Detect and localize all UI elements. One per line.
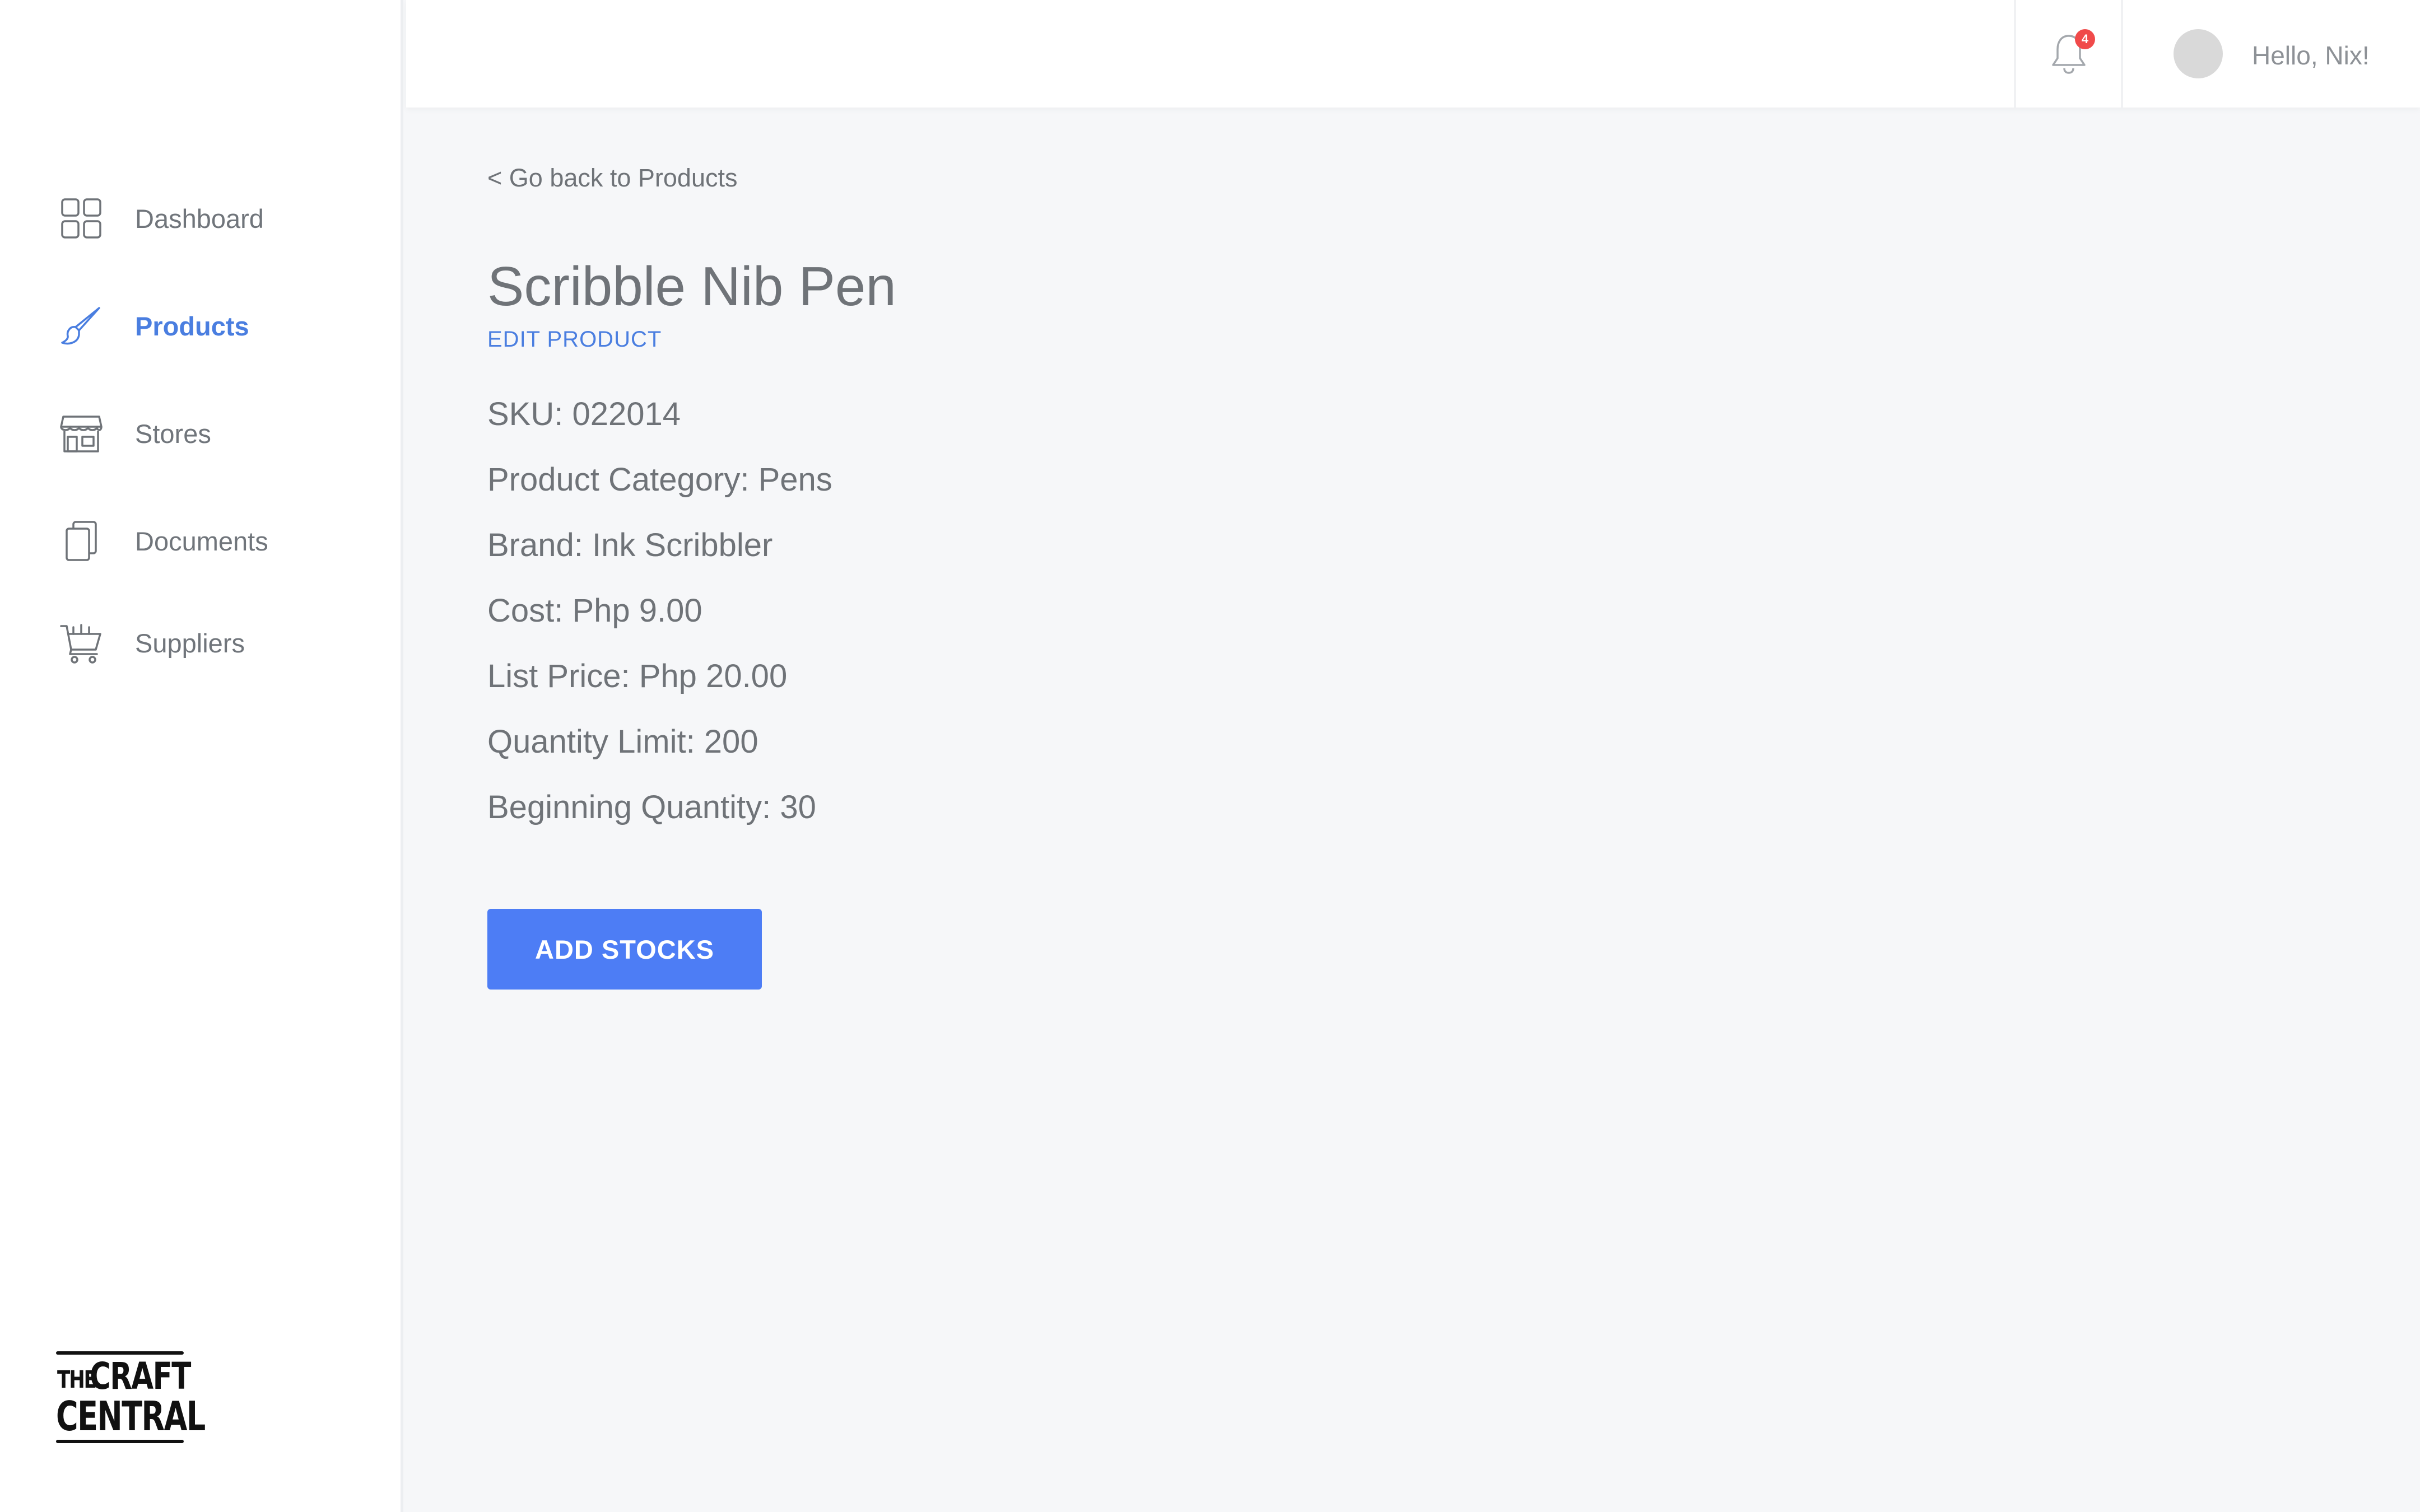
user-greeting[interactable]: Hello, Nix! — [2252, 40, 2370, 71]
dashboard-grid-icon — [59, 196, 104, 241]
craft-central-logo: THE CRAFT CENTRAL — [56, 1347, 206, 1445]
sidebar-item-dashboard[interactable]: Dashboard — [59, 193, 264, 244]
detail-quantity-limit: Quantity Limit: 200 — [487, 724, 758, 760]
sidebar-item-label: Dashboard — [135, 203, 264, 234]
detail-brand: Brand: Ink Scribbler — [487, 527, 773, 563]
back-to-products-link[interactable]: < Go back to Products — [487, 164, 737, 193]
sidebar-item-suppliers[interactable]: Suppliers — [59, 618, 245, 668]
detail-cost: Cost: Php 9.00 — [487, 592, 702, 629]
notifications-button[interactable]: 4 — [2014, 0, 2123, 108]
detail-list-price: List Price: Php 20.00 — [487, 658, 788, 694]
sidebar-item-documents[interactable]: Documents — [59, 516, 268, 566]
avatar[interactable] — [2174, 29, 2223, 78]
detail-beginning-quantity: Beginning Quantity: 30 — [487, 789, 816, 825]
detail-sku: SKU: 022014 — [487, 396, 681, 432]
detail-category: Product Category: Pens — [487, 461, 832, 498]
sidebar-item-label: Documents — [135, 526, 268, 556]
edit-product-link[interactable]: EDIT PRODUCT — [487, 327, 662, 352]
cart-icon — [59, 620, 104, 665]
page-title: Scribble Nib Pen — [487, 255, 896, 317]
sidebar-item-label: Suppliers — [135, 628, 245, 658]
brush-icon — [59, 304, 104, 348]
notification-badge: 4 — [2075, 29, 2095, 49]
sidebar-item-label: Products — [135, 311, 249, 341]
sidebar: Dashboard Products Stores Documents Supp… — [0, 0, 403, 1512]
sidebar-item-products[interactable]: Products — [59, 301, 249, 351]
top-bar: 4 Hello, Nix! — [406, 0, 2420, 108]
sidebar-item-label: Stores — [135, 418, 211, 449]
add-stocks-button[interactable]: ADD STOCKS — [487, 909, 762, 990]
documents-icon — [59, 519, 104, 563]
sidebar-item-stores[interactable]: Stores — [59, 408, 211, 459]
storefront-icon — [59, 411, 104, 456]
